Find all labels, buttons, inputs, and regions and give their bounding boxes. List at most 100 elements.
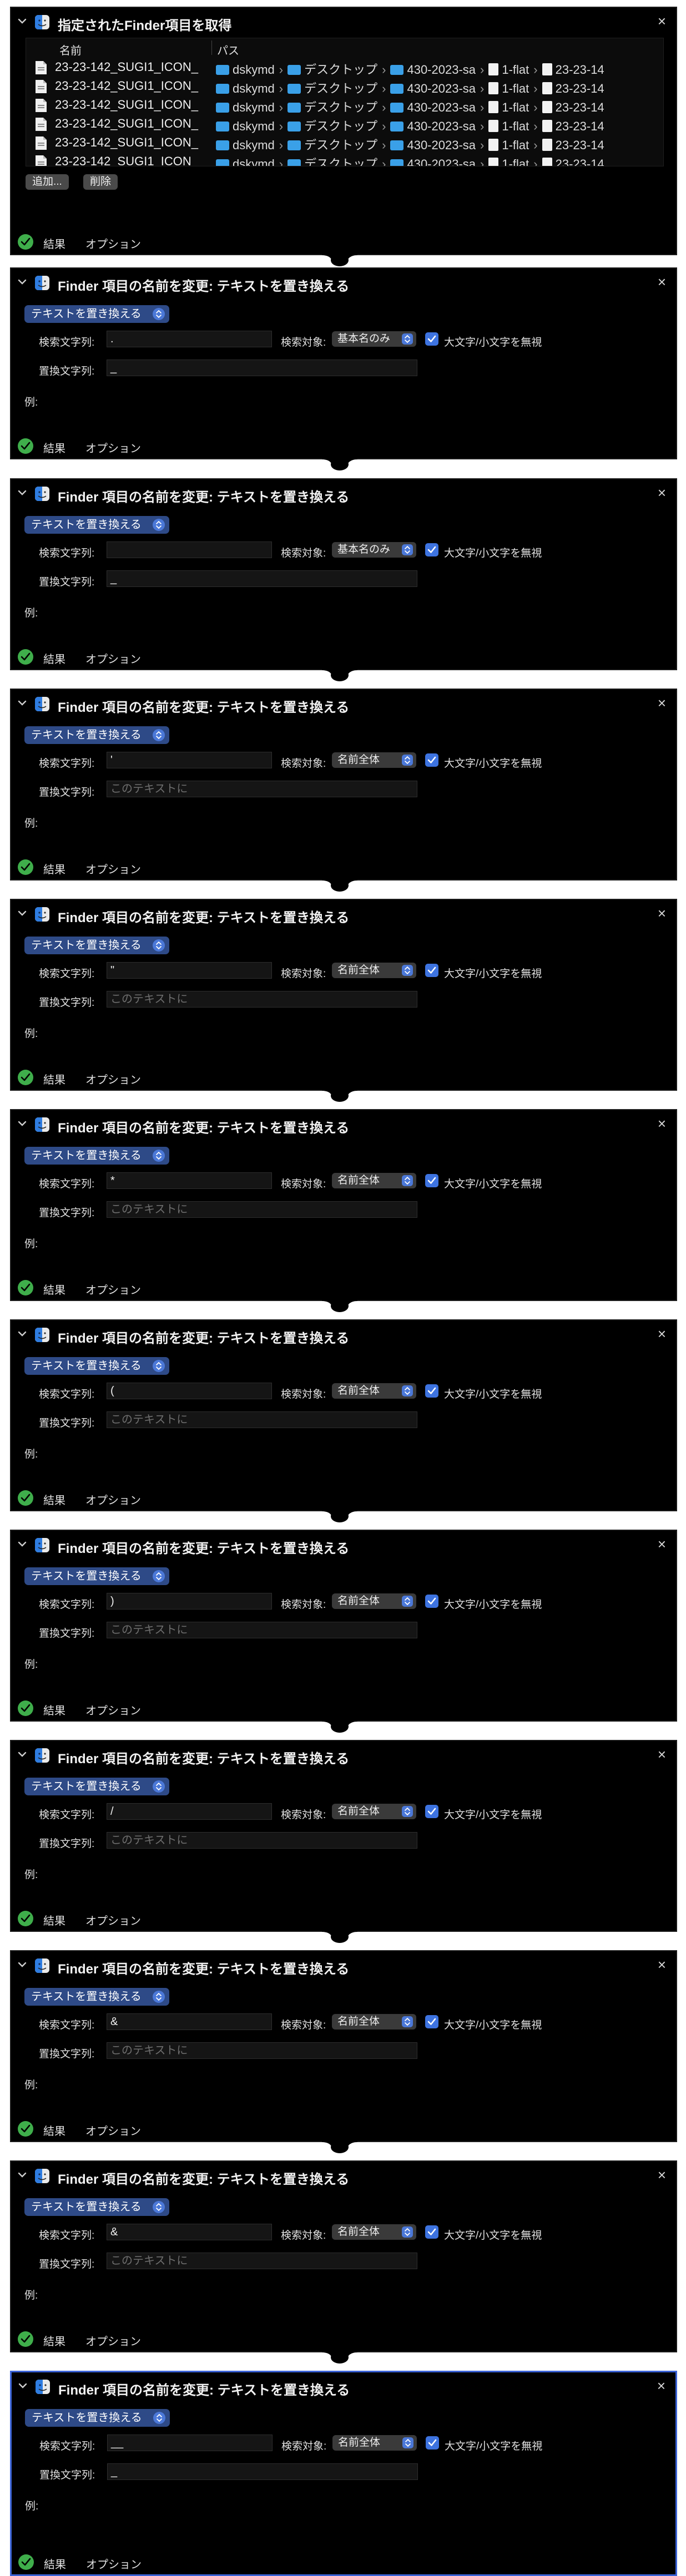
- close-icon[interactable]: ×: [658, 1957, 666, 1972]
- ignore-case-checkbox[interactable]: [425, 1384, 438, 1398]
- find-text-field[interactable]: ": [107, 962, 272, 979]
- find-text-field[interactable]: ': [107, 752, 272, 768]
- find-text-field[interactable]: /: [107, 1803, 272, 1820]
- results-button[interactable]: 結果: [44, 2555, 66, 2572]
- options-button[interactable]: オプション: [85, 1702, 141, 1718]
- action-rename-finder-items[interactable]: Finder 項目の名前を変更: テキストを置き換える × テキストを置き換える 検索…: [10, 267, 677, 459]
- ignore-case-checkbox[interactable]: [425, 332, 438, 346]
- find-text-field[interactable]: (: [107, 1383, 272, 1399]
- rename-mode-popup[interactable]: テキストを置き換える: [24, 1778, 169, 1795]
- action-rename-finder-items[interactable]: Finder 項目の名前を変更: テキストを置き換える × テキストを置き換える 検索…: [10, 1109, 677, 1301]
- results-button[interactable]: 結果: [43, 439, 65, 456]
- rename-mode-popup[interactable]: テキストを置き換える: [24, 1147, 169, 1165]
- action-rename-finder-items[interactable]: Finder 項目の名前を変更: テキストを置き換える × テキストを置き換える 検索…: [10, 1319, 677, 1511]
- find-text-field[interactable]: &: [107, 2013, 272, 2030]
- replace-text-field[interactable]: _: [107, 570, 417, 587]
- search-target-popup[interactable]: 名前全体: [332, 1173, 416, 1188]
- action-rename-finder-items[interactable]: Finder 項目の名前を変更: テキストを置き換える × テキストを置き換える 検索…: [10, 1950, 677, 2142]
- options-button[interactable]: オプション: [86, 2555, 142, 2572]
- search-target-popup[interactable]: 名前全体: [332, 2014, 416, 2030]
- replace-text-field[interactable]: このテキストに: [107, 781, 417, 797]
- chevron-down-icon[interactable]: [17, 487, 28, 498]
- replace-text-field[interactable]: このテキストに: [107, 1832, 417, 1849]
- close-icon[interactable]: ×: [657, 2378, 665, 2393]
- action-rename-finder-items[interactable]: Finder 項目の名前を変更: テキストを置き換える × テキストを置き換える 検索…: [10, 2371, 677, 2576]
- action-rename-finder-items[interactable]: Finder 項目の名前を変更: テキストを置き換える × テキストを置き換える 検索…: [10, 1740, 677, 1932]
- chevron-down-icon[interactable]: [17, 908, 28, 919]
- close-icon[interactable]: ×: [658, 1747, 666, 1762]
- close-icon[interactable]: ×: [658, 1327, 666, 1341]
- find-text-field[interactable]: [107, 541, 272, 558]
- find-text-field[interactable]: &: [107, 2224, 272, 2240]
- close-icon[interactable]: ×: [658, 2168, 666, 2182]
- find-text-field[interactable]: *: [107, 1172, 272, 1189]
- results-button[interactable]: 結果: [43, 650, 65, 666]
- options-button[interactable]: オプション: [85, 1281, 141, 1297]
- chevron-down-icon[interactable]: [17, 1118, 28, 1129]
- replace-text-field[interactable]: このテキストに: [107, 2253, 417, 2269]
- action-rename-finder-items[interactable]: Finder 項目の名前を変更: テキストを置き換える × テキストを置き換える 検索…: [10, 1530, 677, 1722]
- replace-text-field[interactable]: このテキストに: [107, 2042, 417, 2059]
- search-target-popup[interactable]: 名前全体: [332, 2435, 417, 2451]
- delete-button[interactable]: 削除: [83, 174, 118, 190]
- rename-mode-popup[interactable]: テキストを置き換える: [24, 2198, 169, 2216]
- chevron-down-icon[interactable]: [17, 16, 28, 27]
- rename-mode-popup[interactable]: テキストを置き換える: [24, 1357, 169, 1375]
- results-button[interactable]: 結果: [43, 861, 65, 877]
- ignore-case-checkbox[interactable]: [425, 2225, 438, 2239]
- results-button[interactable]: 結果: [43, 2332, 65, 2349]
- rename-mode-popup[interactable]: テキストを置き換える: [24, 726, 169, 744]
- rename-mode-popup[interactable]: テキストを置き換える: [24, 305, 169, 323]
- table-row[interactable]: 23-23-142_SUGI1_ICON_ dskymd › デスクトップ › 430-2…: [26, 77, 663, 96]
- close-icon[interactable]: ×: [658, 1537, 666, 1551]
- search-target-popup[interactable]: 名前全体: [332, 963, 416, 978]
- action-get-finder-items[interactable]: 指定されたFinder項目を取得 × 名前 パス 23-23-142_SUGI1_ICO…: [10, 7, 677, 255]
- rename-mode-popup[interactable]: テキストを置き換える: [24, 1567, 169, 1585]
- table-row[interactable]: 23-23-142_SUGI1_ICON_ dskymd › デスクトップ › 430-2…: [26, 96, 663, 115]
- chevron-down-icon[interactable]: [17, 1749, 28, 1760]
- add-button[interactable]: 追加...: [26, 174, 69, 190]
- rename-mode-popup[interactable]: テキストを置き換える: [25, 2409, 170, 2427]
- options-button[interactable]: オプション: [85, 861, 141, 877]
- table-row[interactable]: 23-23-142_SUGI1_ICON_ dskymd › デスクトップ › 430-2…: [26, 134, 663, 153]
- search-target-popup[interactable]: 名前全体: [332, 1593, 416, 1609]
- options-button[interactable]: オプション: [85, 650, 141, 666]
- replace-text-field[interactable]: このテキストに: [107, 1622, 417, 1638]
- search-target-popup[interactable]: 名前全体: [332, 1804, 416, 1819]
- results-button[interactable]: 結果: [43, 1702, 65, 1718]
- table-row[interactable]: 23-23-142_SUGI1_ICON_ dskymd › デスクトップ › 430-2…: [26, 58, 663, 77]
- options-button[interactable]: オプション: [85, 439, 141, 456]
- results-button[interactable]: 結果: [43, 1491, 65, 1507]
- ignore-case-checkbox[interactable]: [425, 1805, 438, 1818]
- rename-mode-popup[interactable]: テキストを置き換える: [24, 1988, 169, 2006]
- ignore-case-checkbox[interactable]: [425, 753, 438, 767]
- chevron-down-icon[interactable]: [17, 276, 28, 287]
- close-icon[interactable]: ×: [658, 1116, 666, 1131]
- search-target-popup[interactable]: 名前全体: [332, 1383, 416, 1399]
- column-header-name[interactable]: 名前: [59, 42, 82, 58]
- ignore-case-checkbox[interactable]: [425, 2015, 438, 2028]
- ignore-case-checkbox[interactable]: [425, 1595, 438, 1608]
- replace-text-field[interactable]: このテキストに: [107, 991, 417, 1008]
- action-rename-finder-items[interactable]: Finder 項目の名前を変更: テキストを置き換える × テキストを置き換える 検索…: [10, 689, 677, 880]
- options-button[interactable]: オプション: [85, 235, 141, 251]
- find-text-field[interactable]: __: [107, 2435, 273, 2451]
- search-target-popup[interactable]: 名前全体: [332, 2224, 416, 2240]
- search-target-popup[interactable]: 基本名のみ: [332, 331, 416, 347]
- close-icon[interactable]: ×: [658, 14, 666, 28]
- options-button[interactable]: オプション: [85, 1912, 141, 1928]
- close-icon[interactable]: ×: [658, 696, 666, 710]
- replace-text-field[interactable]: このテキストに: [107, 1411, 417, 1428]
- results-button[interactable]: 結果: [43, 2122, 65, 2138]
- options-button[interactable]: オプション: [85, 2122, 141, 2138]
- close-icon[interactable]: ×: [658, 906, 666, 920]
- replace-text-field[interactable]: _: [107, 2463, 418, 2480]
- rename-mode-popup[interactable]: テキストを置き換える: [24, 516, 169, 534]
- column-header-path[interactable]: パス: [217, 42, 239, 58]
- ignore-case-checkbox[interactable]: [425, 543, 438, 556]
- results-button[interactable]: 結果: [43, 235, 65, 251]
- results-button[interactable]: 結果: [43, 1281, 65, 1297]
- find-text-field[interactable]: ): [107, 1593, 272, 1610]
- ignore-case-checkbox[interactable]: [425, 1174, 438, 1187]
- replace-text-field[interactable]: _: [107, 360, 417, 376]
